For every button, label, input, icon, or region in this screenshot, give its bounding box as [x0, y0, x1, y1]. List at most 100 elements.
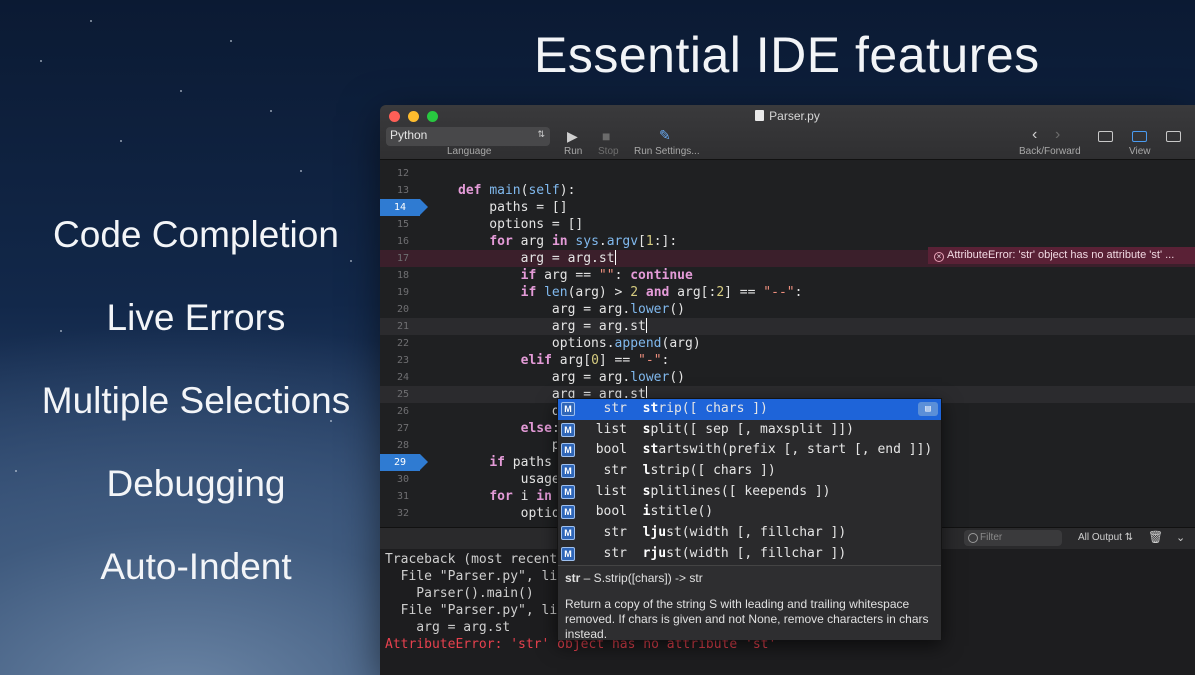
feature-auto-indent: Auto-Indent — [100, 546, 292, 587]
feature-multiple-selections: Multiple Selections — [41, 380, 351, 421]
code-line[interactable]: 24 arg = arg.lower() — [380, 369, 1195, 386]
chevron-down-icon[interactable]: ⌄ — [1176, 531, 1185, 544]
code-line[interactable]: 20 arg = arg.lower() — [380, 301, 1195, 318]
line-number[interactable]: 12 — [380, 165, 426, 182]
completion-doc: str – S.strip([chars]) -> str Return a c… — [558, 565, 941, 641]
error-message: AttributeError: 'str' object has no attr… — [947, 249, 1175, 261]
completion-match: rju — [642, 545, 667, 561]
console-filter-input[interactable]: Filter — [964, 530, 1062, 546]
line-number[interactable]: 28 — [380, 437, 426, 454]
completion-rest: artswith(prefix [, start [, end ]]) — [658, 442, 933, 458]
feature-live-errors: Live Errors — [106, 297, 286, 338]
code-line[interactable]: 19 if len(arg) > 2 and arg[:2] == "--": — [380, 284, 1195, 301]
line-number[interactable]: 24 — [380, 369, 426, 386]
line-number[interactable]: 31 — [380, 488, 426, 505]
line-number[interactable]: 22 — [380, 335, 426, 352]
code-text: for i in — [489, 489, 552, 504]
completion-item[interactable]: Mstr rjust(width [, fillchar ]) — [558, 544, 941, 565]
run-button[interactable]: ▶ — [567, 129, 578, 143]
toggle-console-button[interactable] — [1132, 131, 1147, 142]
line-number[interactable]: 23 — [380, 352, 426, 369]
stop-button[interactable]: ■ — [602, 129, 610, 143]
line-number[interactable]: 25 — [380, 386, 426, 403]
completion-type: str — [603, 545, 627, 561]
completion-item[interactable]: Mbool istitle() — [558, 502, 941, 523]
toggle-navigator-button[interactable] — [1098, 131, 1113, 142]
language-select[interactable]: Python ⇅ — [386, 127, 550, 146]
book-icon[interactable]: ▤ — [918, 402, 938, 416]
completion-item[interactable]: Mlist splitlines([ keepends ]) — [558, 482, 941, 503]
code-text: optio — [458, 506, 560, 521]
breakpoint-marker[interactable]: 14 — [380, 199, 428, 216]
completion-type: str — [603, 401, 627, 416]
line-number[interactable]: 27 — [380, 420, 426, 437]
line-number[interactable]: 21 — [380, 318, 426, 335]
code-line[interactable]: 13 def main(self): — [380, 182, 1195, 199]
completion-item[interactable]: Mstr ljust(width [, fillchar ]) — [558, 523, 941, 544]
code-line[interactable]: 21 arg = arg.st — [380, 318, 1195, 335]
completion-rest: stitle() — [650, 504, 714, 520]
code-line[interactable]: 14 paths = [] — [380, 199, 1195, 216]
line-number[interactable]: 20 — [380, 301, 426, 318]
line-number[interactable]: 32 — [380, 505, 426, 522]
error-icon: × — [934, 252, 944, 262]
forward-button[interactable]: › — [1055, 126, 1061, 143]
doc-signature-name: str — [565, 571, 581, 585]
breakpoint-marker[interactable]: 29 — [380, 454, 428, 471]
completion-item[interactable]: Mstr strip([ chars ]) — [558, 399, 941, 420]
line-number[interactable]: 17 — [380, 250, 426, 267]
code-line[interactable]: 22 options.append(arg) — [380, 335, 1195, 352]
code-line[interactable]: 12 — [380, 165, 1195, 182]
method-icon: M — [561, 526, 575, 541]
line-number[interactable]: 15 — [380, 216, 426, 233]
completion-item[interactable]: Mbool startswith(prefix [, start [, end … — [558, 440, 941, 461]
play-icon: ▶ — [567, 128, 578, 144]
method-icon: M — [561, 546, 575, 561]
code-text: arg = arg.lower() — [458, 302, 685, 317]
stop-label: Stop — [598, 146, 619, 157]
method-icon: M — [561, 443, 575, 458]
code-text: usage — [458, 472, 560, 487]
completion-rest: plitlines([ keepends ]) — [650, 483, 831, 499]
toggle-inspector-button[interactable] — [1166, 131, 1181, 142]
completion-type: str — [603, 525, 627, 541]
method-icon: M — [561, 402, 575, 416]
line-number[interactable]: 30 — [380, 471, 426, 488]
line-number[interactable]: 18 — [380, 267, 426, 284]
wrench-icon: ✎ — [659, 127, 671, 143]
line-number[interactable]: 13 — [380, 182, 426, 199]
method-icon: M — [561, 484, 575, 499]
completion-type: list — [595, 421, 627, 437]
code-text: if paths — [489, 455, 552, 470]
back-button[interactable]: ‹ — [1032, 127, 1037, 143]
code-text: elif arg[0] == "-": — [520, 353, 670, 368]
run-settings-button[interactable]: ✎ — [659, 128, 671, 142]
code-text: arg = arg.st — [458, 250, 616, 266]
method-icon: M — [561, 464, 575, 479]
completion-item[interactable]: Mstr lstrip([ chars ]) — [558, 461, 941, 482]
code-text: if arg == "": continue — [520, 268, 693, 283]
completion-match: st — [642, 401, 659, 416]
stop-icon: ■ — [602, 128, 611, 144]
completion-type: list — [595, 483, 627, 499]
code-line[interactable]: 18 if arg == "": continue — [380, 267, 1195, 284]
method-icon: M — [561, 505, 575, 520]
line-number[interactable]: 19 — [380, 284, 426, 301]
code-text: arg = arg.lower() — [458, 370, 685, 385]
chevron-right-icon: › — [1055, 126, 1061, 143]
code-line[interactable]: 23 elif arg[0] == "-": — [380, 352, 1195, 369]
completion-item[interactable]: Mlist split([ sep [, maxsplit ]]) — [558, 420, 941, 441]
code-text: paths = [] — [458, 200, 568, 215]
code-line[interactable]: 15 options = [] — [380, 216, 1195, 233]
completion-popup: Mstr strip([ chars ]) Mlist split([ sep [… — [557, 398, 942, 641]
code-text: if len(arg) > 2 and arg[:2] == "--": — [520, 285, 803, 300]
output-select[interactable]: All Output ⇅ — [1078, 532, 1133, 543]
live-error-badge[interactable]: × AttributeError: 'str' object has no att… — [928, 247, 1195, 264]
output-select-value: All Output — [1078, 532, 1122, 543]
completion-type: str — [603, 463, 627, 479]
line-number[interactable]: 26 — [380, 403, 426, 420]
code-text: def main(self): — [458, 183, 576, 198]
feature-list: Code Completion Live Errors Multiple Sel… — [0, 200, 392, 615]
trash-icon[interactable]: 🗑 — [1148, 530, 1163, 544]
line-number[interactable]: 16 — [380, 233, 426, 250]
